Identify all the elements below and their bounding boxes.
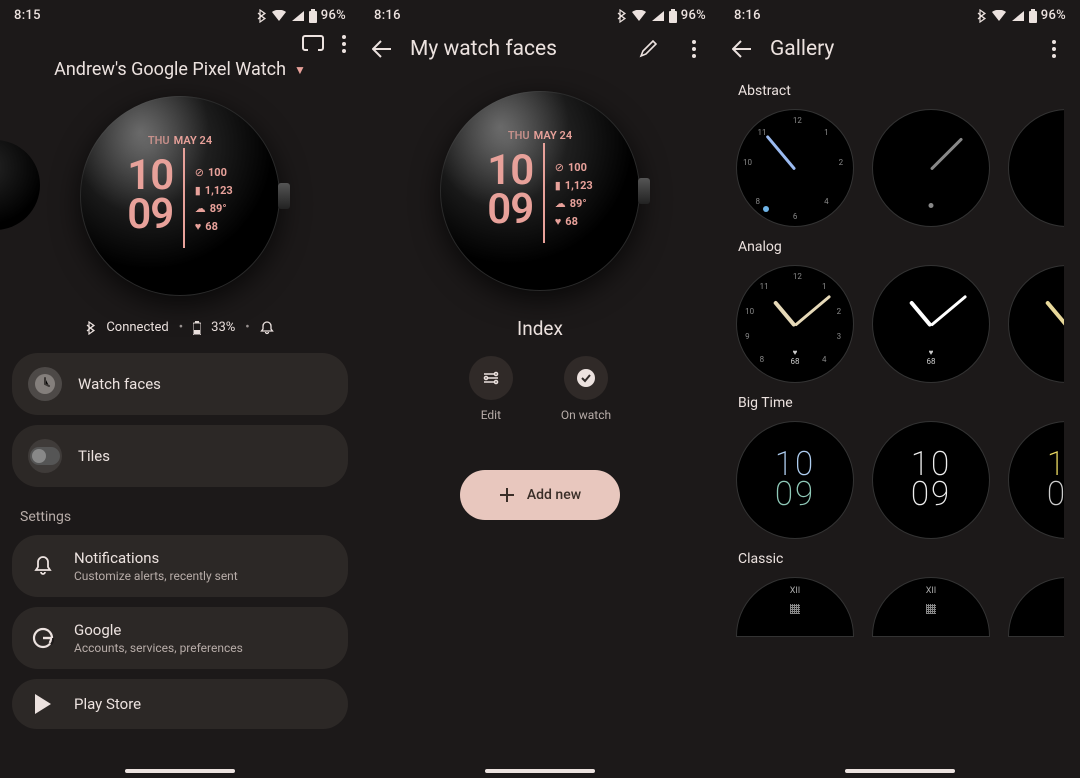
device-name: Andrew's Google Pixel Watch (54, 59, 286, 80)
bell-icon (260, 321, 274, 335)
edit-button[interactable] (469, 356, 513, 400)
google-icon (28, 627, 58, 649)
gallery-item[interactable] (872, 109, 990, 227)
list-item-tiles[interactable]: Tiles (12, 425, 348, 487)
watch-hero[interactable]: THUMAY 24 1009 ⊘ 100 ▮ 1,123 ☁ 89° ♥ 68 (0, 90, 360, 306)
face-actions: Edit On watch (360, 352, 720, 448)
wifi-icon (991, 10, 1007, 22)
pane-home: 8:15 96% Andrew's Google Pixel Watch (0, 0, 360, 778)
status-icons: 96% (257, 8, 346, 23)
settings-header: Settings (0, 497, 360, 535)
pane-gallery: 8:16 96% Gallery Abstract 12124681011 (720, 0, 1080, 778)
gallery-item[interactable] (1008, 109, 1064, 227)
tiles-icon (28, 439, 62, 473)
watch-preview: THUMAY 24 1009 ⊘ 100 ▮ 1,123 ☁ 89° ♥ 68 (440, 91, 640, 291)
gallery-section-abstract: Abstract 12124681011 (720, 71, 1080, 227)
battery-icon (669, 9, 677, 23)
edit-label: Edit (481, 408, 501, 422)
top-bar: My watch faces (360, 27, 720, 71)
gallery-item[interactable]: 1009 (736, 421, 854, 539)
settings-item-sub: Customize alerts, recently sent (74, 569, 238, 583)
signal-icon (651, 10, 665, 22)
settings-item-notifications[interactable]: Notifications Customize alerts, recently… (12, 535, 348, 597)
list-item-label: Tiles (78, 447, 110, 465)
settings-item-google[interactable]: Google Accounts, services, preferences (12, 607, 348, 669)
wifi-icon (631, 10, 647, 22)
battery-icon (309, 9, 317, 23)
on-watch-label: On watch (561, 408, 611, 422)
list-item-watch-faces[interactable]: Watch faces (12, 353, 348, 415)
gallery-section-title: Classic (736, 539, 1064, 577)
page-title: Gallery (770, 37, 1022, 61)
pane-watch-faces: 8:16 96% My watch faces THUMAY 24 1009 (360, 0, 720, 778)
wifi-icon (271, 10, 287, 22)
status-battery: 96% (321, 8, 346, 23)
connection-status: Connected • 33% • (0, 306, 360, 353)
watch-battery-icon (193, 321, 201, 335)
settings-item-sub: Accounts, services, preferences (74, 641, 243, 655)
connection-label: Connected (106, 320, 168, 335)
gallery-item[interactable]: 121234891011 ♥68 (736, 265, 854, 383)
status-bar: 8:16 96% (720, 0, 1080, 27)
face-name: Index (360, 301, 720, 352)
play-store-icon (28, 693, 58, 715)
add-new-button[interactable]: Add new (460, 470, 620, 520)
top-actions (0, 27, 360, 53)
on-watch-button[interactable] (564, 356, 608, 400)
more-icon[interactable] (1040, 40, 1068, 58)
page-title: My watch faces (410, 37, 616, 61)
gallery-section-big-time: Big Time 1009 1009 1009 (720, 383, 1080, 539)
gallery-item[interactable]: XII (872, 577, 990, 637)
status-time: 8:15 (14, 8, 41, 23)
more-icon[interactable] (680, 40, 708, 58)
home-indicator[interactable] (485, 769, 595, 773)
gallery-item[interactable]: 1009 (1008, 421, 1064, 539)
bt-small-icon (86, 321, 96, 335)
gallery-section-classic: Classic XII XII (720, 539, 1080, 637)
watch-preview: THUMAY 24 1009 ⊘ 100 ▮ 1,123 ☁ 89° ♥ 68 (80, 96, 280, 296)
back-icon[interactable] (732, 40, 752, 58)
gallery-item[interactable]: 12124681011 (736, 109, 854, 227)
status-bar: 8:16 96% (360, 0, 720, 27)
bell-icon (28, 555, 58, 577)
settings-item-title: Play Store (74, 695, 141, 713)
watch-battery-pct: 33% (211, 320, 235, 335)
signal-icon (1011, 10, 1025, 22)
plus-icon (499, 487, 515, 503)
clock-icon (28, 367, 62, 401)
top-bar: Gallery (720, 27, 1080, 71)
gallery-item[interactable]: XII (736, 577, 854, 637)
gallery-item[interactable]: 1009 (872, 421, 990, 539)
bluetooth-icon (977, 9, 987, 23)
status-time: 8:16 (374, 8, 401, 23)
watch-hero[interactable]: THUMAY 24 1009 ⊘ 100 ▮ 1,123 ☁ 89° ♥ 68 (360, 71, 720, 301)
settings-item-title: Google (74, 621, 243, 639)
cast-icon[interactable] (302, 35, 324, 53)
gallery-section-title: Analog (736, 227, 1064, 265)
battery-icon (1029, 9, 1037, 23)
gallery-item[interactable]: ♥68 (872, 265, 990, 383)
status-time: 8:16 (734, 8, 761, 23)
more-icon[interactable] (342, 35, 346, 53)
gallery-item[interactable] (1008, 577, 1064, 637)
add-new-label: Add new (527, 487, 581, 503)
list-item-label: Watch faces (78, 375, 161, 393)
home-indicator[interactable] (845, 769, 955, 773)
back-icon[interactable] (372, 40, 392, 58)
device-selector[interactable]: Andrew's Google Pixel Watch ▼ (0, 53, 360, 90)
settings-item-title: Notifications (74, 549, 238, 567)
caret-down-icon: ▼ (294, 63, 306, 77)
gallery-section-title: Abstract (736, 71, 1064, 109)
bluetooth-icon (257, 9, 267, 23)
gallery-item[interactable] (1008, 265, 1064, 383)
bluetooth-icon (617, 9, 627, 23)
gallery-section-analog: Analog 121234891011 ♥68 ♥68 (720, 227, 1080, 383)
signal-icon (291, 10, 305, 22)
home-indicator[interactable] (125, 769, 235, 773)
pencil-icon[interactable] (634, 40, 662, 58)
gallery-section-title: Big Time (736, 383, 1064, 421)
status-bar: 8:15 96% (0, 0, 360, 27)
settings-item-play-store[interactable]: Play Store (12, 679, 348, 729)
